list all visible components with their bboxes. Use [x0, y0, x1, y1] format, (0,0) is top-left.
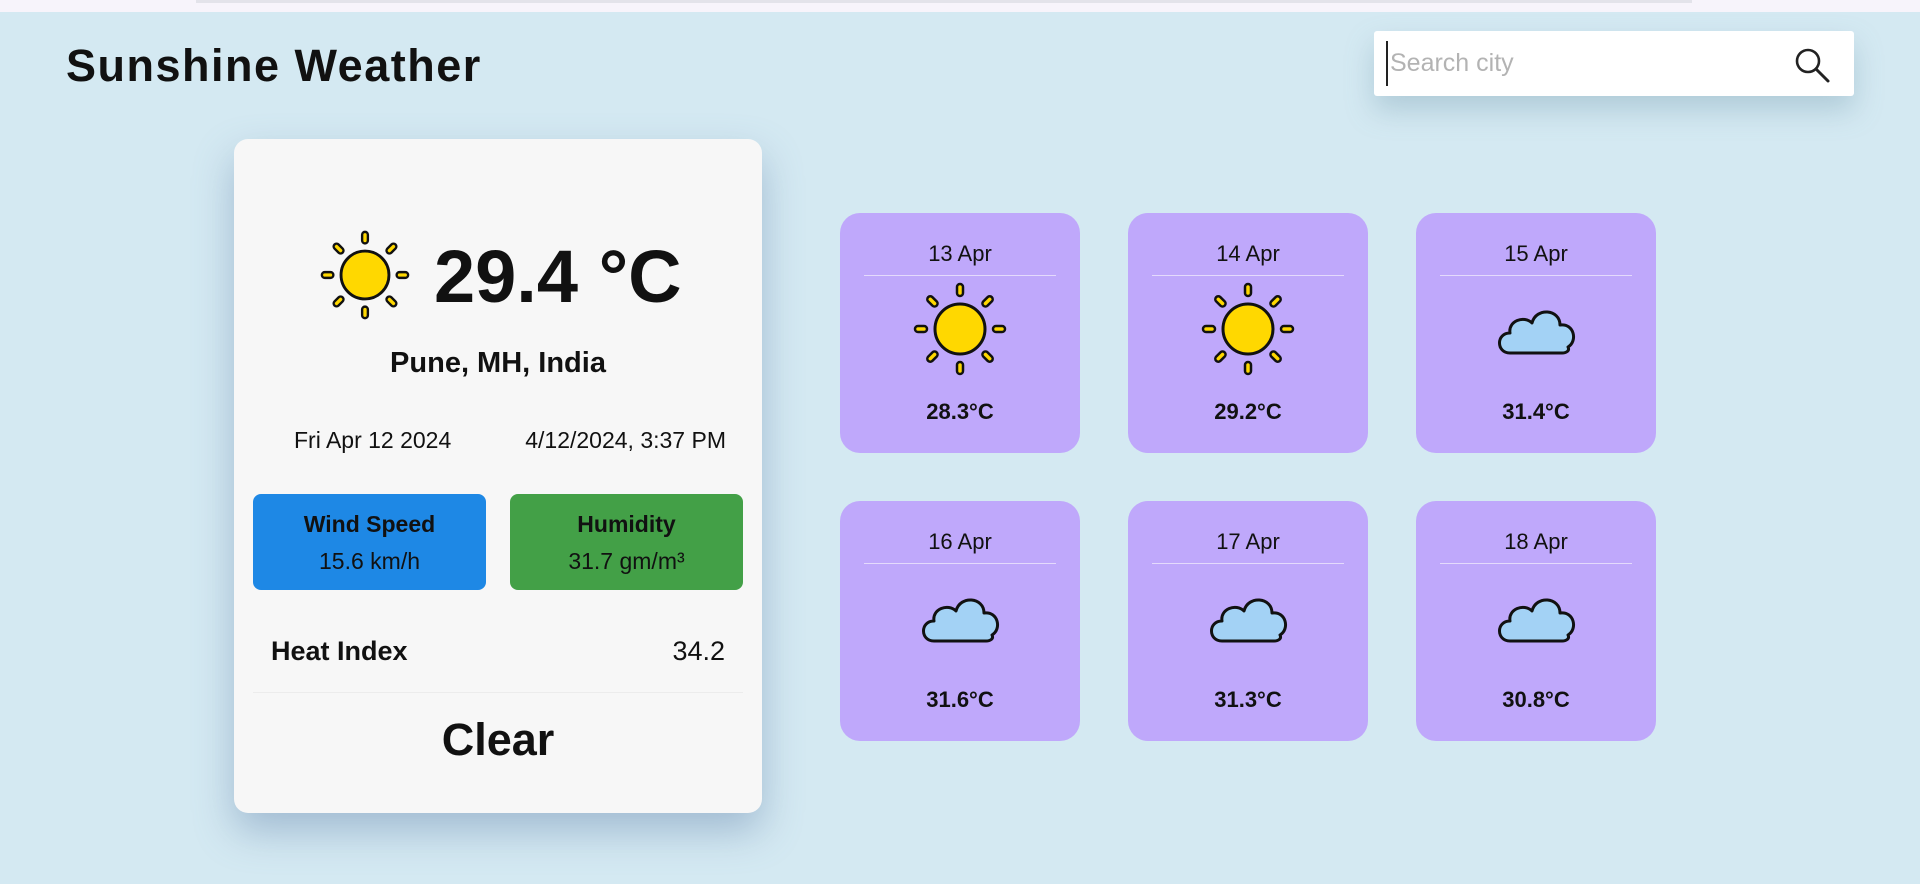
- forecast-card: 15 Apr 31.4°C: [1416, 213, 1656, 453]
- current-weather-card: 29.4 °C Pune, MH, India Fri Apr 12 2024 …: [234, 139, 762, 813]
- forecast-temperature: 29.2°C: [1214, 399, 1282, 424]
- forecast-temperature: 30.8°C: [1502, 687, 1570, 712]
- heat-index-value: 34.2: [672, 636, 725, 666]
- forecast-date: 16 Apr: [864, 529, 1056, 564]
- clear-button[interactable]: Clear: [234, 714, 762, 766]
- cloud-icon: [1498, 310, 1576, 355]
- cloud-icon: [1210, 598, 1288, 643]
- current-date: Fri Apr 12 2024: [294, 427, 452, 453]
- heat-index-row: Heat Index 34.2: [253, 623, 743, 693]
- search-icon[interactable]: [1792, 45, 1832, 85]
- sun-icon: [1201, 282, 1295, 376]
- top-strip-bar: [196, 0, 1692, 3]
- cloud-icon: [922, 598, 1000, 643]
- forecast-card: 17 Apr 31.3°C: [1128, 501, 1368, 741]
- forecast-date: 17 Apr: [1152, 529, 1344, 564]
- browser-top-strip: [0, 0, 1920, 12]
- search-input[interactable]: [1386, 41, 1786, 86]
- forecast-temperature: 31.4°C: [1502, 399, 1570, 424]
- forecast-temperature: 31.6°C: [926, 687, 994, 712]
- wind-speed-tile: Wind Speed 15.6 km/h: [253, 494, 486, 590]
- sun-icon: [913, 282, 1007, 376]
- forecast-card: 14 Apr 29.2°C: [1128, 213, 1368, 453]
- search-box: [1374, 31, 1854, 96]
- current-location: Pune, MH, India: [390, 347, 606, 379]
- forecast-temperature: 31.3°C: [1214, 687, 1282, 712]
- forecast-card: 18 Apr 30.8°C: [1416, 501, 1656, 741]
- forecast-temperature: 28.3°C: [926, 399, 994, 424]
- forecast-date: 18 Apr: [1440, 529, 1632, 564]
- wind-speed-label: Wind Speed: [303, 511, 436, 537]
- forecast-card: 13 Apr 28.3°C: [840, 213, 1080, 453]
- humidity-value: 31.7 gm/m³: [568, 548, 685, 574]
- humidity-label: Humidity: [577, 511, 676, 537]
- forecast-card: 16 Apr 31.6°C: [840, 501, 1080, 741]
- forecast-date: 15 Apr: [1440, 241, 1632, 276]
- sun-icon: [320, 230, 410, 320]
- forecast-date: 13 Apr: [864, 241, 1056, 276]
- current-datetime: 4/12/2024, 3:37 PM: [525, 427, 726, 453]
- humidity-tile: Humidity 31.7 gm/m³: [510, 494, 743, 590]
- app-title: Sunshine Weather: [66, 40, 482, 91]
- forecast-date: 14 Apr: [1152, 241, 1344, 276]
- current-temperature: 29.4 °C: [434, 235, 682, 318]
- cloud-icon: [1498, 598, 1576, 643]
- wind-speed-value: 15.6 km/h: [319, 548, 420, 574]
- heat-index-label: Heat Index: [271, 636, 408, 666]
